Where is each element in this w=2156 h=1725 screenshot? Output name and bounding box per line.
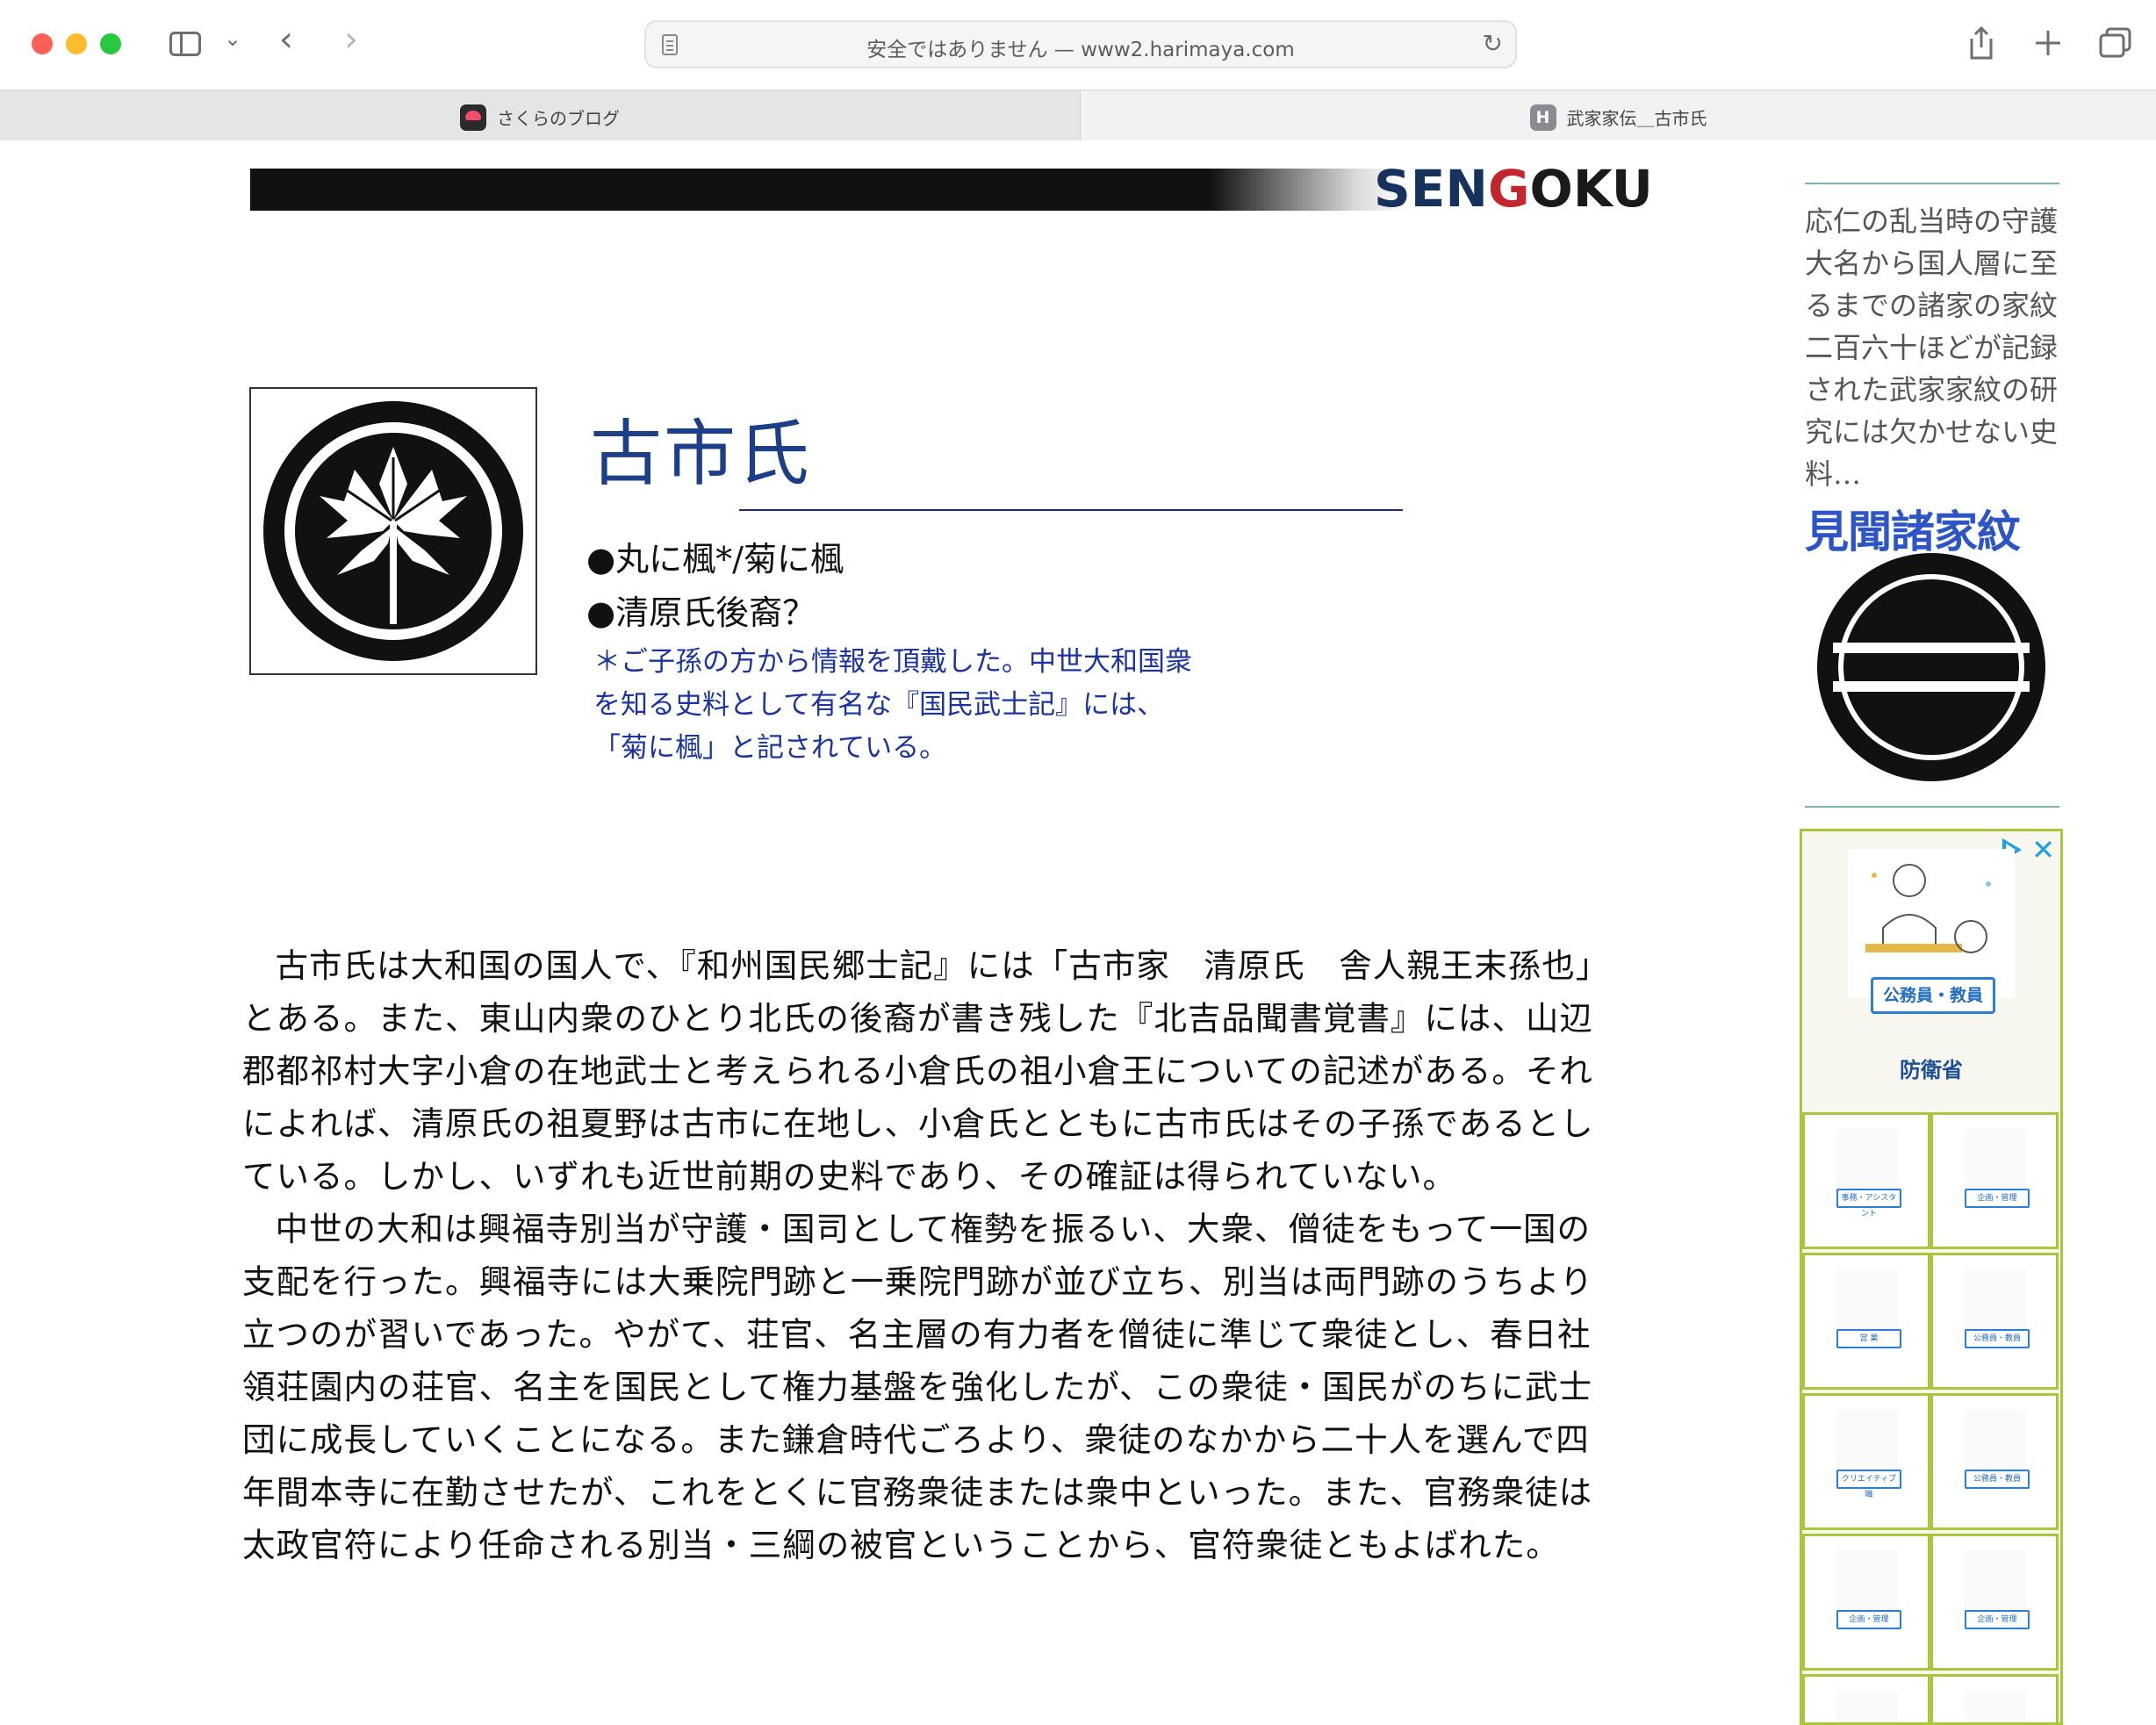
job-label: 公務員・教員 [1965,1329,2030,1348]
close-window-button[interactable] [32,33,53,54]
job-label: 企画・管理 [1836,1610,1901,1629]
job-figure-icon [1965,1129,2026,1190]
sidebar-description[interactable]: 応仁の乱当時の守護大名から国人層に至るまでの諸家の家紋 二百六十ほどが記録された… [1805,200,2059,495]
ad-category-tag[interactable]: 公務員・教員 [1871,977,1995,1014]
lineage-bullet: ●清原氏後裔？ [586,593,816,632]
tab-label: 武家家伝＿古市氏 [1566,108,1707,129]
share-icon[interactable] [1966,25,1996,61]
maple-leaf-crest-icon [263,401,523,661]
ad-job-cell[interactable]: 事務・アシスタント [1802,1112,1930,1249]
zoom-window-button[interactable] [100,33,121,54]
job-figure-icon [1965,1410,2026,1471]
ad-job-cell[interactable]: 企画・管理 [1802,1534,1930,1671]
note-line: を知る史料として有名な『国民武士記』には、 [593,689,1165,721]
job-label: 営 業 [1836,1329,1901,1348]
chevron-down-icon[interactable]: ⌄ [224,26,241,51]
tab-sakura-blog[interactable]: さくらのブログ [0,90,1081,140]
ad-job-cell[interactable]: 企画・管理 [1930,1534,2059,1671]
job-label: 事務・アシスタント [1836,1189,1901,1218]
ad-job-cell[interactable]: クリエイティブ職 [1802,1393,1930,1530]
sakura-favicon-icon [460,104,486,131]
tab-bar: さくらのブログ H 武家家伝＿古市氏 [0,90,2156,140]
family-crest-image [249,387,537,675]
new-tab-icon[interactable] [2033,28,2063,58]
article-paragraph: 古市氏は大和国の国人で、『和州国民郷士記』には「古市家 清原氏 舎人親王末孫也」… [242,946,1594,1196]
job-label: クリエイティブ職 [1836,1470,1901,1499]
job-figure-icon [1836,1129,1898,1190]
job-label: 企画・管理 [1965,1189,2030,1208]
ad-job-cell[interactable] [1930,1674,2059,1722]
reload-icon[interactable]: ↻ [1483,29,1503,58]
forward-arrow-icon[interactable]: › [344,19,358,60]
logo-part: G [1487,159,1530,219]
tab-label: さくらのブログ [497,108,620,129]
advertisement[interactable]: ✕ 公務員・教員 防衛省 事務・アシスタント 企画・管理 営 業 公務員・教員 … [1800,829,2063,1725]
article-paragraph: 中世の大和は興福寺別当が守護・国司として権勢を振るい、大衆、僧徒をもって一国の支… [242,1210,1594,1564]
logo-part: SEN [1374,159,1488,219]
job-figure-icon [1836,1269,1898,1331]
logo-part: OKU [1529,159,1653,219]
teacher-illustration-icon [1865,864,1991,953]
job-figure-icon [1836,1410,1898,1471]
ad-job-cell[interactable]: 営 業 [1802,1253,1930,1390]
sidebar-divider [1805,806,2059,808]
h-favicon-icon: H [1529,104,1556,131]
tab-overview-icon[interactable] [2098,26,2133,60]
job-figure-icon [1965,1550,2026,1612]
job-label: 企画・管理 [1965,1610,2030,1629]
sengoku-logo[interactable]: SENGOKU [1374,160,1653,218]
back-arrow-icon[interactable]: ‹ [279,19,293,60]
ad-illustration [1848,849,2015,998]
ad-job-cell[interactable] [1802,1674,1930,1722]
page-title: 古市氏 [590,413,812,496]
sidebar-divider [1805,183,2059,184]
article-body: 古市氏は大和国の国人で、『和州国民郷士記』には「古市家 清原氏 舎人親王末孫也」… [242,939,1594,1571]
job-figure-icon [1965,1691,2026,1722]
close-ad-icon[interactable]: ✕ [2031,833,2055,866]
ad-job-cell[interactable]: 企画・管理 [1930,1112,2059,1249]
ad-job-cell[interactable]: 公務員・教員 [1930,1393,2059,1530]
ad-brand[interactable]: 防衛省 [1802,1053,2060,1083]
job-figure-icon [1965,1269,2026,1331]
sidebar-toggle-icon[interactable] [169,32,201,56]
tab-harimaya[interactable]: H 武家家伝＿古市氏 [1081,90,2156,140]
note-line: ＊ご子孫の方から情報を頂戴した。中世大和国衆 [593,646,1192,678]
two-bars-crest-icon[interactable] [1815,551,2047,783]
address-bar[interactable]: 安全ではありません — www2.harimaya.com ↻ [644,20,1517,68]
note-line: 「菊に楓」と記されている。 [593,732,947,764]
sengoku-banner [250,169,1565,211]
browser-toolbar: ⌄ ‹ › 安全ではありません — www2.harimaya.com ↻ [0,0,2156,90]
job-figure-icon [1836,1550,1898,1612]
title-divider [739,509,1403,511]
job-figure-icon [1836,1691,1898,1722]
minimize-window-button[interactable] [66,33,87,54]
job-label: 公務員・教員 [1965,1470,2030,1489]
address-text: 安全ではありません — www2.harimaya.com [866,39,1295,61]
crest-bullet: ●丸に楓*/菊に楓 [586,540,844,579]
ad-job-cell[interactable]: 公務員・教員 [1930,1253,2059,1390]
contributor-note: ＊ご子孫の方から情報を頂戴した。中世大和国衆 を知る史料として有名な『国民武士記… [593,641,1243,770]
